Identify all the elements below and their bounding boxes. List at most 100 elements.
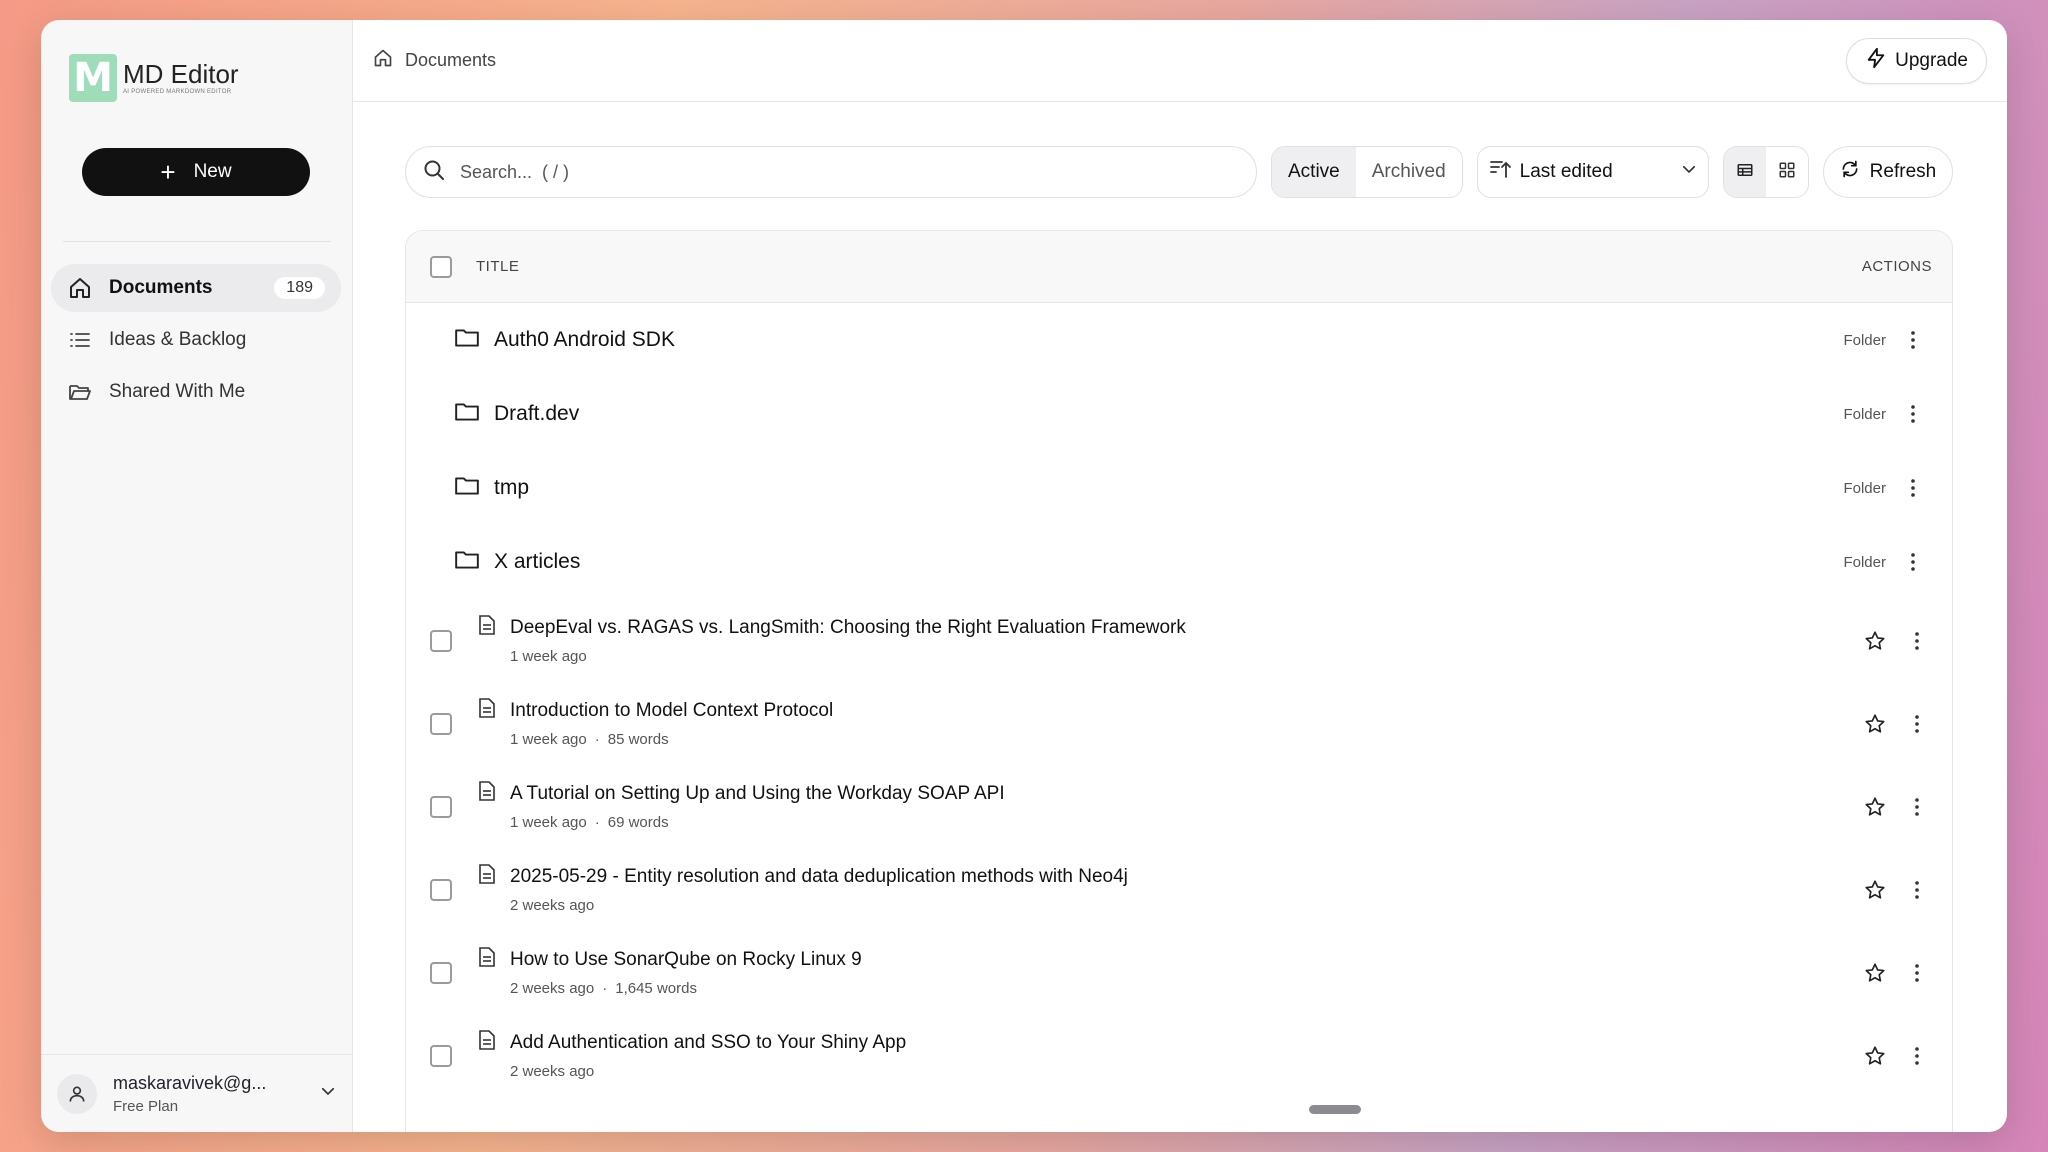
row-checkbox[interactable] — [430, 629, 452, 652]
column-actions: ACTIONS — [1861, 258, 1932, 275]
folder-row[interactable]: X articles Folder — [406, 525, 1952, 599]
filter-active[interactable]: Active — [1272, 147, 1356, 197]
more-vertical-icon[interactable] — [1912, 963, 1922, 983]
table-row[interactable]: DeepEval vs. RAGAS vs. LangSmith: Choosi… — [406, 599, 1952, 682]
sidebar-item-ideas-backlog[interactable]: Ideas & Backlog — [51, 316, 341, 364]
table-view-icon — [1736, 161, 1754, 184]
new-button[interactable]: + New — [82, 148, 310, 196]
document-time: 2 weeks ago — [510, 1062, 595, 1080]
select-all-checkbox[interactable] — [430, 255, 452, 278]
star-icon[interactable] — [1864, 630, 1886, 652]
scroll-handle[interactable] — [1309, 1105, 1361, 1114]
filter-archived[interactable]: Archived — [1355, 147, 1462, 197]
document-words: 85 words — [607, 730, 669, 748]
row-checkbox[interactable] — [430, 961, 452, 984]
document-icon — [478, 781, 498, 806]
folder-row[interactable]: Auth0 Android SDK Folder — [406, 303, 1952, 377]
list-icon — [67, 327, 93, 353]
star-icon[interactable] — [1864, 962, 1886, 984]
table-row[interactable]: Add Authentication and SSO to Your Shiny… — [406, 1014, 1952, 1097]
more-vertical-icon[interactable] — [1912, 880, 1922, 900]
folder-name: Auth0 Android SDK — [494, 328, 675, 351]
document-title: DeepEval vs. RAGAS vs. LangSmith: Choosi… — [510, 616, 1186, 638]
document-icon — [478, 947, 498, 972]
folder-icon — [454, 399, 480, 430]
more-vertical-icon[interactable] — [1912, 797, 1922, 817]
user-plan: Free Plan — [113, 1097, 179, 1115]
app-window: M MD Editor AI POWERED MARKDOWN EDITOR +… — [41, 20, 2007, 1132]
star-icon[interactable] — [1864, 1045, 1886, 1067]
document-time: 1 week ago — [510, 730, 587, 748]
more-vertical-icon[interactable] — [1908, 404, 1918, 424]
document-meta: 1 week ago — [510, 648, 1864, 665]
grid-view-button[interactable] — [1765, 147, 1808, 197]
chevron-down-icon[interactable] — [319, 1082, 337, 1105]
documents-count-badge: 189 — [274, 277, 325, 299]
sidebar-item-label: Ideas & Backlog — [109, 329, 247, 350]
folder-row[interactable]: Draft.dev Folder — [406, 377, 1952, 451]
sort-label: Last edited — [1519, 161, 1613, 182]
grid-view-icon — [1778, 161, 1796, 184]
folder-name: Draft.dev — [494, 402, 580, 425]
star-icon[interactable] — [1864, 713, 1886, 735]
user-menu[interactable]: maskaravivek@g... Free Plan — [41, 1054, 353, 1132]
folder-tag: Folder — [1843, 331, 1886, 349]
table-view-button[interactable] — [1723, 147, 1766, 197]
row-checkbox[interactable] — [430, 878, 452, 901]
document-title: Introduction to Model Context Protocol — [510, 699, 834, 721]
breadcrumb-documents[interactable]: Documents — [405, 50, 496, 71]
refresh-button[interactable]: Refresh — [1822, 146, 1954, 198]
search-icon — [422, 158, 446, 187]
folder-row[interactable]: tmp Folder — [406, 451, 1952, 525]
search-input[interactable] — [460, 161, 1240, 183]
folder-tag: Folder — [1843, 553, 1886, 571]
documents-table: TITLE ACTIONS Auth0 Android SDK Folder D… — [405, 230, 1953, 1132]
star-icon[interactable] — [1864, 879, 1886, 901]
sidebar-item-shared-with-me[interactable]: Shared With Me — [51, 368, 341, 416]
row-checkbox[interactable] — [430, 712, 452, 735]
view-toggle — [1722, 146, 1809, 198]
row-checkbox[interactable] — [430, 795, 452, 818]
sort-select[interactable]: Last edited — [1476, 146, 1709, 198]
more-vertical-icon[interactable] — [1912, 714, 1922, 734]
sidebar-nav: Documents 189 Ideas & Backlog Shared Wit… — [51, 264, 341, 420]
refresh-label: Refresh — [1869, 161, 1937, 182]
user-email: maskaravivek@g... — [113, 1072, 267, 1093]
more-vertical-icon[interactable] — [1908, 552, 1918, 572]
toolbar: Active Archived Last edited — [405, 146, 1955, 198]
folder-tag: Folder — [1843, 479, 1886, 497]
search-box[interactable] — [405, 146, 1257, 198]
document-time: 1 week ago — [510, 647, 587, 665]
document-title: 2025-05-29 - Entity resolution and data … — [510, 865, 1128, 887]
app-logo[interactable]: M MD Editor AI POWERED MARKDOWN EDITOR — [69, 54, 239, 102]
sidebar-item-label: Documents — [109, 277, 213, 298]
top-bar: Documents Upgrade — [353, 20, 2007, 102]
breadcrumb: Documents — [373, 48, 496, 73]
folder-name: X articles — [494, 550, 581, 573]
sidebar-item-label: Shared With Me — [109, 381, 246, 402]
app-title: MD Editor — [123, 59, 239, 89]
row-checkbox[interactable] — [430, 1044, 452, 1067]
more-vertical-icon[interactable] — [1908, 478, 1918, 498]
sidebar-item-documents[interactable]: Documents 189 — [51, 264, 341, 312]
table-row[interactable]: 2025-05-29 - Entity resolution and data … — [406, 848, 1952, 931]
table-row[interactable]: A Tutorial on Setting Up and Using the W… — [406, 765, 1952, 848]
new-button-label: New — [193, 161, 232, 182]
document-title: How to Use SonarQube on Rocky Linux 9 — [510, 948, 862, 970]
document-meta: 1 week ago · 85 words — [510, 730, 669, 748]
more-vertical-icon[interactable] — [1908, 330, 1918, 350]
column-title: TITLE — [476, 258, 520, 275]
upgrade-button[interactable]: Upgrade — [1846, 37, 1987, 84]
table-row[interactable]: Introduction to Model Context Protocol 1… — [406, 682, 1952, 765]
star-icon[interactable] — [1864, 796, 1886, 818]
document-icon — [478, 698, 498, 723]
more-vertical-icon[interactable] — [1912, 631, 1922, 651]
document-icon — [478, 864, 498, 889]
table-header: TITLE ACTIONS — [406, 231, 1952, 303]
table-row[interactable]: How to Use SonarQube on Rocky Linux 9 2 … — [406, 931, 1952, 1014]
home-icon[interactable] — [373, 48, 393, 73]
more-vertical-icon[interactable] — [1912, 1046, 1922, 1066]
folder-open-icon — [67, 379, 93, 405]
document-meta: 1 week ago · 69 words — [510, 813, 669, 831]
app-subtitle: AI POWERED MARKDOWN EDITOR — [123, 89, 232, 95]
